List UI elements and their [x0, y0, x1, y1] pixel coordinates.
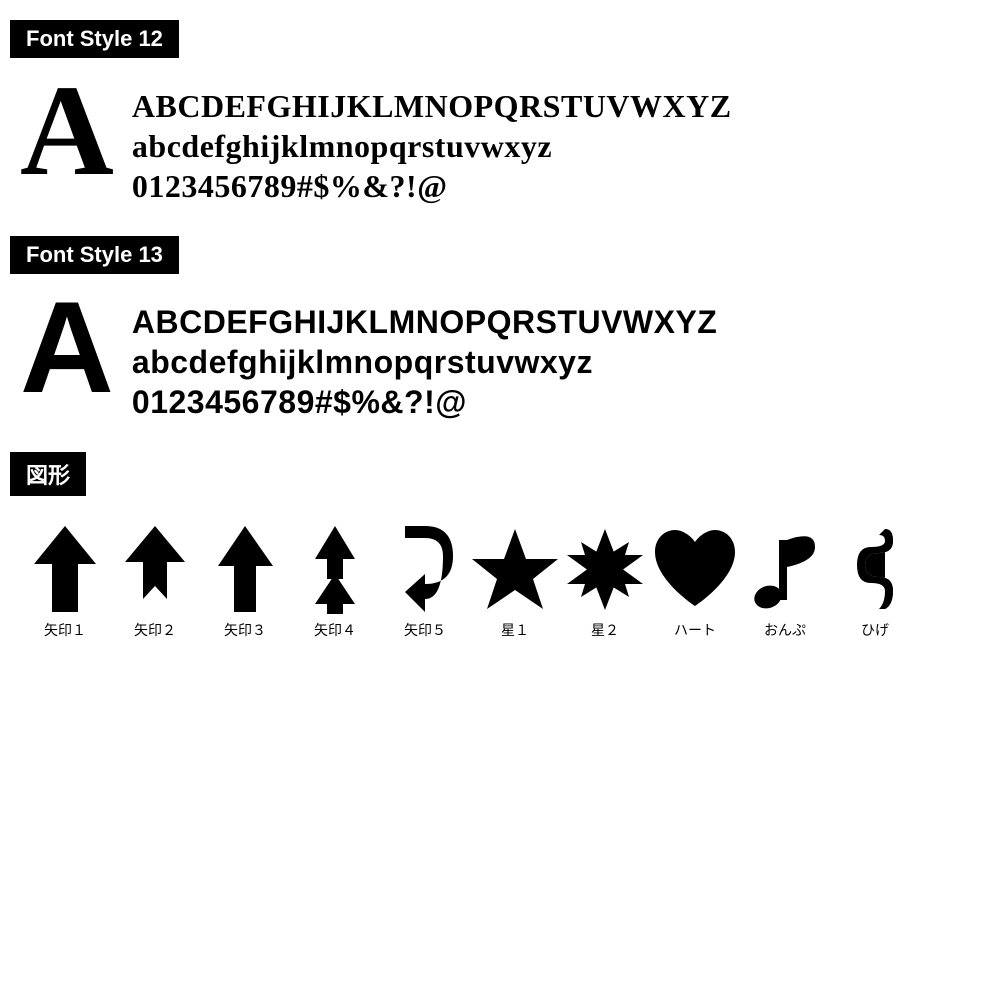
- figure-arrow3: 矢印３: [200, 524, 290, 640]
- figure-star2-label: 星２: [591, 620, 619, 640]
- figure-moustache-label: ひげ: [861, 620, 889, 640]
- figure-arrow1: 矢印１: [20, 524, 110, 640]
- font-style-12-numbers: 0123456789#$%&?!@: [132, 166, 732, 206]
- font-style-12-lowercase: abcdefghijklmnopqrstuvwxyz: [132, 126, 732, 166]
- figure-star2: 星２: [560, 524, 650, 640]
- figure-arrow2: 矢印２: [110, 524, 200, 640]
- arrow1-icon: [33, 524, 98, 614]
- figures-header: 図形: [10, 452, 86, 496]
- arrow2-icon: [125, 524, 185, 614]
- arrow5-icon: [395, 524, 455, 614]
- figure-arrow4-label: 矢印４: [314, 620, 356, 640]
- figure-arrow5-label: 矢印５: [404, 620, 446, 640]
- figure-arrow2-label: 矢印２: [134, 620, 176, 640]
- font-style-12-demo: A ABCDEFGHIJKLMNOPQRSTUVWXYZ abcdefghijk…: [10, 76, 990, 206]
- font-style-13-chars: ABCDEFGHIJKLMNOPQRSTUVWXYZ abcdefghijklm…: [132, 292, 717, 422]
- figure-music-label: おんぷ: [764, 620, 806, 640]
- font-style-13-big-letter: A: [20, 282, 114, 412]
- font-style-13-numbers: 0123456789#$%&?!@: [132, 382, 717, 422]
- font-style-13-lowercase: abcdefghijklmnopqrstuvwxyz: [132, 342, 717, 382]
- font-style-12-section: Font Style 12 A ABCDEFGHIJKLMNOPQRSTUVWX…: [10, 20, 990, 206]
- font-style-12-uppercase: ABCDEFGHIJKLMNOPQRSTUVWXYZ: [132, 86, 732, 126]
- figures-grid: 矢印１ 矢印２ 矢印３: [10, 514, 990, 650]
- font-style-12-header: Font Style 12: [10, 20, 179, 58]
- figure-star1-label: 星１: [501, 620, 529, 640]
- heart-icon: [651, 524, 739, 614]
- moustache-icon: [855, 524, 895, 614]
- font-style-12-big-letter: A: [20, 66, 114, 196]
- star2-icon: [563, 524, 648, 614]
- arrow4-icon: [315, 524, 355, 614]
- arrow3-icon: [218, 524, 273, 614]
- figure-music: おんぷ: [740, 524, 830, 640]
- figure-heart: ハート: [650, 524, 740, 640]
- font-style-13-section: Font Style 13 A ABCDEFGHIJKLMNOPQRSTUVWX…: [10, 236, 990, 422]
- figure-heart-label: ハート: [674, 620, 716, 640]
- star1-icon: [471, 524, 559, 614]
- figure-moustache: ひげ: [830, 524, 920, 640]
- music-icon: [750, 524, 820, 614]
- font-style-13-uppercase: ABCDEFGHIJKLMNOPQRSTUVWXYZ: [132, 302, 717, 342]
- page: Font Style 12 A ABCDEFGHIJKLMNOPQRSTUVWX…: [0, 0, 1000, 1000]
- font-style-13-header: Font Style 13: [10, 236, 179, 274]
- figures-section: 図形 矢印１ 矢印２: [10, 452, 990, 650]
- figure-arrow5: 矢印５: [380, 524, 470, 640]
- font-style-12-chars: ABCDEFGHIJKLMNOPQRSTUVWXYZ abcdefghijklm…: [132, 76, 732, 206]
- figure-arrow3-label: 矢印３: [224, 620, 266, 640]
- figure-star1: 星１: [470, 524, 560, 640]
- figure-arrow4: 矢印４: [290, 524, 380, 640]
- figure-arrow1-label: 矢印１: [44, 620, 86, 640]
- font-style-13-demo: A ABCDEFGHIJKLMNOPQRSTUVWXYZ abcdefghijk…: [10, 292, 990, 422]
